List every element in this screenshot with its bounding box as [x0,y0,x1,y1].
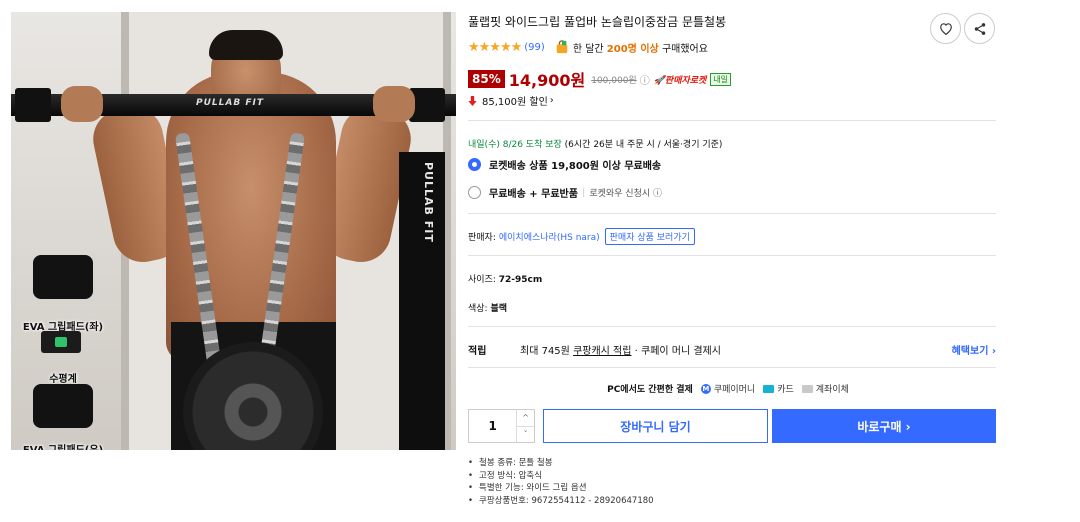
sale-price: 14,900원 [508,71,586,90]
card-icon [763,384,775,393]
delivery-info: 내일(수) 8/26 도착 보장 (6시간 26분 내 주문 시 / 서울·경기… [468,137,722,150]
delivery-option-free-return[interactable]: 무료배송 + 무료반품 | 로켓와우 신청시 ⓘ [468,185,662,200]
reward-text: 최대 745원 쿠팡캐시 적립 · 쿠페이 머니 결제시 [520,342,721,357]
radio-unchecked[interactable] [468,186,481,199]
star-rating[interactable]: ★★★★★ [468,40,522,55]
share-icon [974,22,985,35]
radio-checked[interactable] [468,158,481,171]
tomorrow-tag: 내일 [710,72,732,86]
review-count-link[interactable]: (99) [524,42,545,53]
grip-pad-right-label: EVA 그립패드(우) [11,441,115,450]
spec-item: 쿠팡상품번호: 9672554112 - 28920647180 [468,495,654,508]
level-gauge-image [41,331,81,353]
spec-item: 특별한 기능: 와이드 그립 옵션 [468,482,654,495]
shopping-bag-icon [556,40,568,54]
quantity-stepper[interactable]: 1 ^ ˇ [468,409,535,443]
bank-method: 계좌이체 [801,382,849,395]
card-method: 카드 [763,382,794,395]
chevron-right-icon: › [549,95,554,106]
original-price: 100,000원 [591,75,637,86]
level-gauge-label: 수평계 [49,374,77,385]
quantity-input[interactable]: 1 [469,410,516,442]
card-label: 카드 [777,385,794,395]
purchase-suffix: 구매했어요 [661,43,708,55]
price-row: 85% 14,900원 100,000원 ⓘ 🚀판매자로켓 내일 [468,69,732,90]
share-button[interactable] [964,13,995,44]
separator: | [581,187,586,198]
arrival-guarantee: 내일(수) 8/26 도착 보장 [468,140,562,150]
purchase-count: 200명 이상 [606,43,659,55]
price-info-icon[interactable]: ⓘ [640,72,650,87]
reward-label: 적립 [468,346,487,357]
coupay-method: M 쿠페이머니 [700,382,756,395]
rocket-wow-note: 로켓와우 신청시 ⓘ [589,189,663,199]
free-return-label: 무료배송 + 무료반품 [489,189,578,200]
size-label: 사이즈: [468,275,496,285]
box-brand-label: PULLAB FIT [422,162,435,243]
reward-row: 적립 최대 745원 쿠팡캐시 적립 · 쿠페이 머니 결제시 혜택보기 › [468,342,996,357]
product-image[interactable]: PULLAB FIT PULLAB FIT EVA 그립패드(좌) 수평계 EV… [11,12,456,450]
divider [468,255,996,256]
bar-brand-label: PULLAB FIT [196,98,264,108]
divider [468,213,996,214]
payment-methods: PC에서도 간편한 결제 M 쿠페이머니 카드 계좌이체 [468,382,996,395]
coupang-cash-link[interactable]: 쿠팡캐시 적립 [573,346,631,357]
model-hair [209,30,283,60]
benefits-more-link[interactable]: 혜택보기 › [952,342,996,357]
size-option: 사이즈: 72-95cm [468,272,542,285]
color-label: 색상: [468,304,488,314]
seller-label: 판매자: [468,233,496,243]
bank-icon [801,384,813,393]
rating-row: ★★★★★ (99) 한 달간 200명 이상 구매했어요 [468,40,708,55]
quantity-decrease-button[interactable]: ˇ [517,427,534,443]
spec-item: 고정 방식: 압축식 [468,470,654,483]
discount-amount-row[interactable]: 85,100원 할인 › [468,93,554,108]
seller-rocket-badge: 🚀판매자로켓 [653,75,707,86]
model-left-hand [61,86,103,122]
seller-name-link[interactable]: 에이치에스나라(HS nara) [499,230,600,243]
quantity-steppers: ^ ˇ [516,410,534,442]
seller-row: 판매자: 에이치에스나라(HS nara) 판매자 상품 보러가기 [468,228,695,245]
purchase-prefix: 한 달간 [572,43,604,55]
grip-pad-right-image [33,384,93,428]
size-value: 72-95cm [498,275,543,285]
coupay-label: 쿠페이머니 [713,385,756,395]
bar-end-left [15,88,51,122]
color-option: 색상: 블랙 [468,301,507,314]
grip-pad-left-image [33,255,93,299]
bank-label: 계좌이체 [815,385,849,395]
monthly-purchase-text: 한 달간 200명 이상 구매했어요 [573,40,708,55]
down-arrow-icon [468,95,477,106]
discount-amount: 85,100원 할인 [482,97,548,108]
divider [468,367,996,368]
payment-title: PC에서도 간편한 결제 [607,385,693,395]
quantity-increase-button[interactable]: ^ [517,410,534,427]
color-value: 블랙 [490,304,508,314]
coupay-icon: M [700,383,711,394]
reward-suffix: · 쿠페이 머니 결제시 [634,346,721,357]
wishlist-button[interactable] [930,13,961,44]
product-specs: 철봉 종류: 문틀 철봉 고정 방식: 압축식 특별한 기능: 와이드 그립 옵… [468,457,654,507]
discount-rate: 85% [468,70,505,88]
delivery-option-rocket[interactable]: 로켓배송 상품 19,800원 이상 무료배송 [468,157,661,172]
reward-prefix: 최대 745원 [520,346,570,357]
heart-icon [939,23,952,35]
product-title: 풀랩핏 와이드그립 풀업바 논슬립이중잠금 문틀철봉 [468,15,727,29]
seller-products-button[interactable]: 판매자 상품 보러가기 [604,228,695,245]
divider [468,120,996,121]
delivery-option-rocket-label: 로켓배송 상품 19,800원 이상 무료배송 [489,161,662,172]
arrival-note: (6시간 26분 내 주문 시 / 서울·경기 기준) [564,140,723,150]
add-to-cart-button[interactable]: 장바구니 담기 [543,409,768,443]
divider [468,326,996,327]
buy-now-button[interactable]: 바로구매 › [772,409,996,443]
spec-item: 철봉 종류: 문틀 철봉 [468,457,654,470]
model-right-hand [373,86,415,122]
